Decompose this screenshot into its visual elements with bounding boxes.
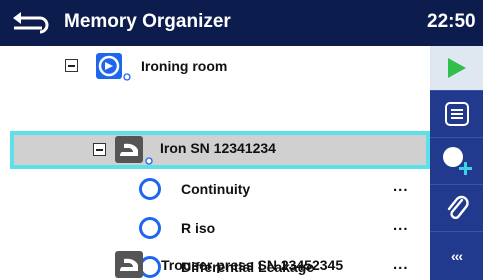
page-title: Memory Organizer bbox=[64, 11, 231, 32]
test-status-circle-icon bbox=[139, 178, 161, 200]
test-label: R iso bbox=[181, 220, 216, 236]
attach-button[interactable] bbox=[430, 185, 483, 231]
collapse-toggle[interactable] bbox=[65, 59, 78, 72]
appliance-label: Iron SN 12341234 bbox=[160, 140, 276, 156]
iron-icon bbox=[115, 251, 143, 278]
appliance-label: Trouser press SN 23452345 bbox=[161, 257, 344, 273]
test-status: ... bbox=[393, 217, 409, 234]
location-icon bbox=[96, 53, 131, 81]
paperclip-icon bbox=[447, 195, 469, 220]
action-sidebar: ‹‹‹ bbox=[430, 46, 483, 280]
add-test-button[interactable] bbox=[430, 138, 483, 184]
location-label: Ironing room bbox=[141, 58, 228, 74]
tree-node-test[interactable]: R iso ... bbox=[0, 213, 430, 243]
more-icon: ‹‹‹ bbox=[451, 248, 463, 264]
back-arrow-icon bbox=[13, 12, 49, 34]
test-label: Continuity bbox=[181, 181, 251, 197]
tree-node-test[interactable]: Continuity ... bbox=[0, 174, 430, 204]
test-status-circle-icon bbox=[139, 217, 161, 239]
view-results-button[interactable] bbox=[430, 91, 483, 137]
back-button[interactable] bbox=[10, 6, 54, 38]
play-icon bbox=[447, 58, 466, 78]
start-test-button[interactable] bbox=[430, 46, 483, 90]
clock: 22:50 bbox=[427, 11, 476, 32]
tree-node-location[interactable]: Ironing room bbox=[0, 46, 430, 84]
iron-icon bbox=[115, 136, 153, 165]
collapse-toggle[interactable] bbox=[93, 143, 106, 156]
more-button[interactable]: ‹‹‹ bbox=[430, 232, 483, 280]
tree-node-appliance[interactable]: Iron SN 12341234 bbox=[0, 131, 430, 169]
add-circle-icon bbox=[442, 147, 472, 175]
list-icon bbox=[444, 102, 469, 126]
test-status: ... bbox=[393, 178, 409, 195]
memory-tree: Ironing room Iron SN 12341234 Continuity… bbox=[0, 46, 430, 280]
tree-node-appliance[interactable]: Trouser press SN 23452345 bbox=[0, 250, 430, 280]
header-bar: Memory Organizer 22:50 bbox=[0, 0, 483, 46]
